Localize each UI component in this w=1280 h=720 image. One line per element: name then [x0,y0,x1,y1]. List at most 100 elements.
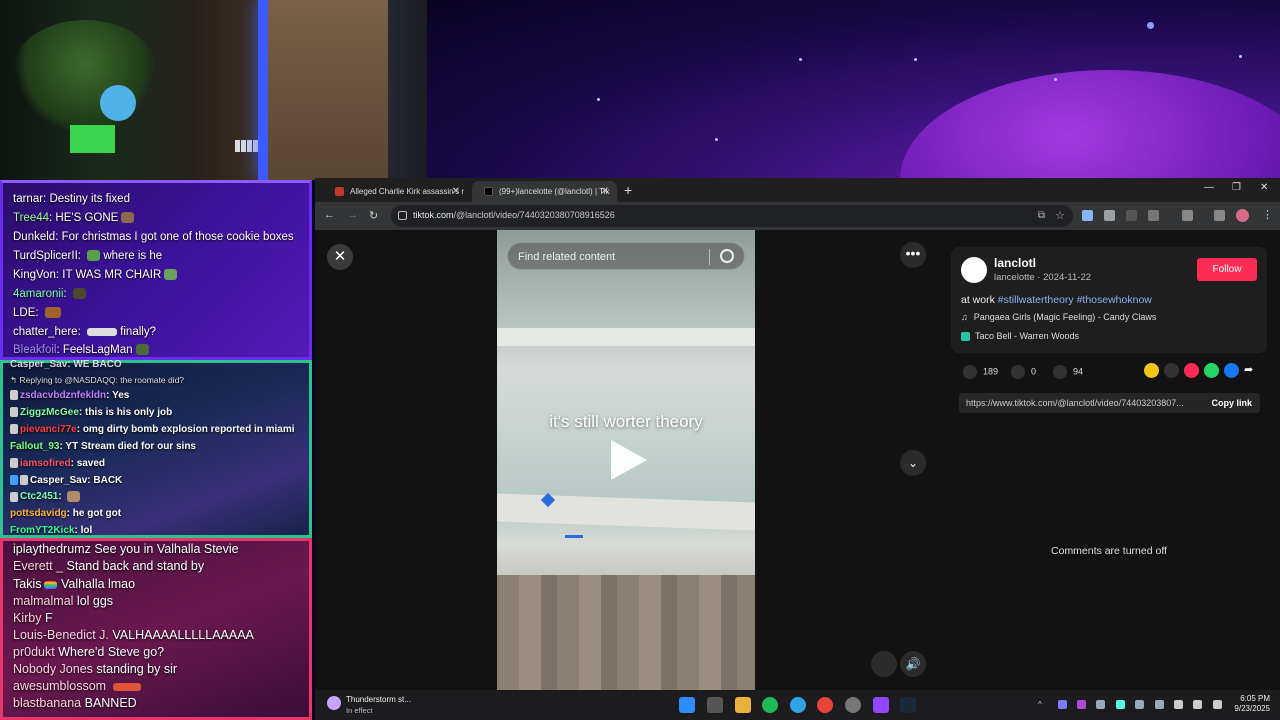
save-button[interactable]: 94 [1053,365,1083,379]
hashtag-link[interactable]: #thosewhoknow [1077,294,1152,306]
tray-app-icon[interactable] [1077,700,1086,709]
tab-tiktok[interactable]: (99+)lancelotte (@lanclotl) | Tik ✕ [472,181,617,202]
close-tab-icon[interactable]: ✕ [601,186,609,197]
more-options-button[interactable]: ••• [900,242,926,268]
wifi-icon[interactable] [1174,700,1183,709]
share-link-box: https://www.tiktok.com/@lanclotl/video/7… [959,393,1260,413]
tray-app-icon[interactable] [1116,700,1125,709]
chat-message: pievanci77e: omg dirty bomb explosion re… [10,424,295,435]
extension-clipboard-icon[interactable] [1104,210,1115,221]
badge-icon [10,475,18,486]
news-favicon-icon [335,187,344,196]
emote-icon [121,212,135,224]
tab-news-article[interactable]: Alleged Charlie Kirk assassin's r ✕ [323,181,468,202]
weather-icon [327,696,341,710]
share-link-text[interactable]: https://www.tiktok.com/@lanclotl/video/7… [966,398,1201,408]
location-link[interactable]: Taco Bell - Warren Woods [961,331,1079,342]
send-to-friend-icon[interactable] [1184,363,1199,378]
spotify-icon[interactable] [762,697,778,713]
facebook-icon[interactable] [1224,363,1239,378]
follow-button[interactable]: Follow [1197,258,1257,281]
music-link[interactable]: ♫ Pangaea Girls (Magic Feeling) - Candy C… [961,312,1156,322]
star [914,58,917,61]
next-video-button[interactable]: ⌄ [900,450,926,476]
cast-icon[interactable]: ⧉ [1038,210,1045,221]
star [799,58,802,61]
tab-label: (99+)lancelotte (@lanclotl) | Tik [499,187,610,196]
reload-button[interactable]: ↻ [369,209,378,222]
chrome-icon[interactable] [817,697,833,713]
back-button[interactable]: ← [324,209,335,221]
chat-message: Kirby F [13,611,53,625]
chat-message: awesumblossom [13,679,141,693]
copy-link-button[interactable]: Copy link [1211,398,1252,408]
video-player[interactable]: Find related content it's still worter t… [497,230,755,690]
edge-icon[interactable] [790,697,806,713]
extension-hd-icon[interactable] [1126,210,1137,221]
avatar[interactable] [961,257,987,283]
chat-message: Nobody Jones standing by sir [13,662,178,676]
system-clock[interactable]: 6:05 PM 9/23/2025 [1234,694,1270,714]
chat-message: Tree44: HE'S GONE [13,212,135,224]
start-icon[interactable] [679,697,695,713]
sidebar-icon[interactable] [1182,210,1193,221]
blue-led-strip [258,0,268,180]
related-search-input[interactable]: Find related content [507,242,745,270]
search-icon[interactable] [720,249,734,263]
steam-icon[interactable] [900,697,916,713]
tray-chevron-icon[interactable]: ^ [1038,700,1047,709]
star [597,98,600,101]
badge-icon [10,491,18,502]
menu-kebab-icon[interactable]: ⋮ [1262,208,1273,221]
new-tab-button[interactable]: + [624,182,632,198]
emote-icon [44,307,61,319]
tray-app-icon[interactable] [1096,700,1105,709]
chat-message: ZiggzMcGee: this is his only job [10,407,172,418]
bookmark-star-icon[interactable]: ☆ [1055,209,1065,222]
share-arrow-icon[interactable]: ➦ [1244,363,1259,378]
volume-icon[interactable] [1193,700,1202,709]
app-icon[interactable] [845,697,861,713]
comment-button[interactable]: 0 [1011,365,1036,379]
close-video-button[interactable]: ✕ [327,244,353,270]
maximize-button[interactable]: ❐ [1232,182,1241,193]
tab-search-icon[interactable] [1214,210,1225,221]
like-button[interactable]: 189 [963,365,998,379]
close-tab-icon[interactable]: ✕ [452,186,460,197]
badge-icon [10,407,18,418]
video-description: at work #stillwatertheory #thosewhoknow [961,294,1152,306]
picture-in-picture-button[interactable] [871,651,897,677]
emote-icon [87,250,101,262]
profile-avatar-icon[interactable] [1236,209,1249,222]
chat-message: FromYT2Kick: lol [10,525,93,536]
extension-doc-icon[interactable] [1082,210,1093,221]
battery-icon[interactable] [1213,700,1222,709]
tray-app-icon[interactable] [1058,700,1067,709]
twitch-icon[interactable] [873,697,889,713]
space-background [427,0,1280,180]
file-explorer-icon[interactable] [735,697,751,713]
extensions-puzzle-icon[interactable] [1148,210,1159,221]
whatsapp-icon[interactable] [1204,363,1219,378]
creator-username[interactable]: lanclotl [994,256,1036,270]
hashtag-link[interactable]: #stillwatertheory [998,294,1074,306]
address-bar[interactable]: tiktok.com/@lanclotl/video/7440320380708… [391,205,1073,227]
video-frame [565,535,583,538]
share-coin-icon[interactable] [1144,363,1159,378]
chat-message: iamsofired: saved [10,458,105,469]
chat-message: Takis Valhalla lmao [13,577,136,591]
close-window-button[interactable]: ✕ [1260,182,1268,193]
chat-message: blastbanana BANNED [13,696,137,710]
star [715,138,718,141]
chat-message: KingVon: IT WAS MR CHAIR [13,269,178,281]
task-view-icon[interactable] [707,697,723,713]
play-icon[interactable] [611,440,647,480]
volume-button[interactable]: 🔊 [900,651,926,677]
site-info-icon[interactable] [398,211,407,220]
minimize-button[interactable]: — [1204,182,1214,193]
forward-button[interactable]: → [347,209,358,221]
tray-app-icon[interactable] [1135,700,1144,709]
tray-app-icon[interactable] [1155,700,1164,709]
comments-off-notice: Comments are turned off [1051,545,1167,557]
embed-icon[interactable] [1164,363,1179,378]
